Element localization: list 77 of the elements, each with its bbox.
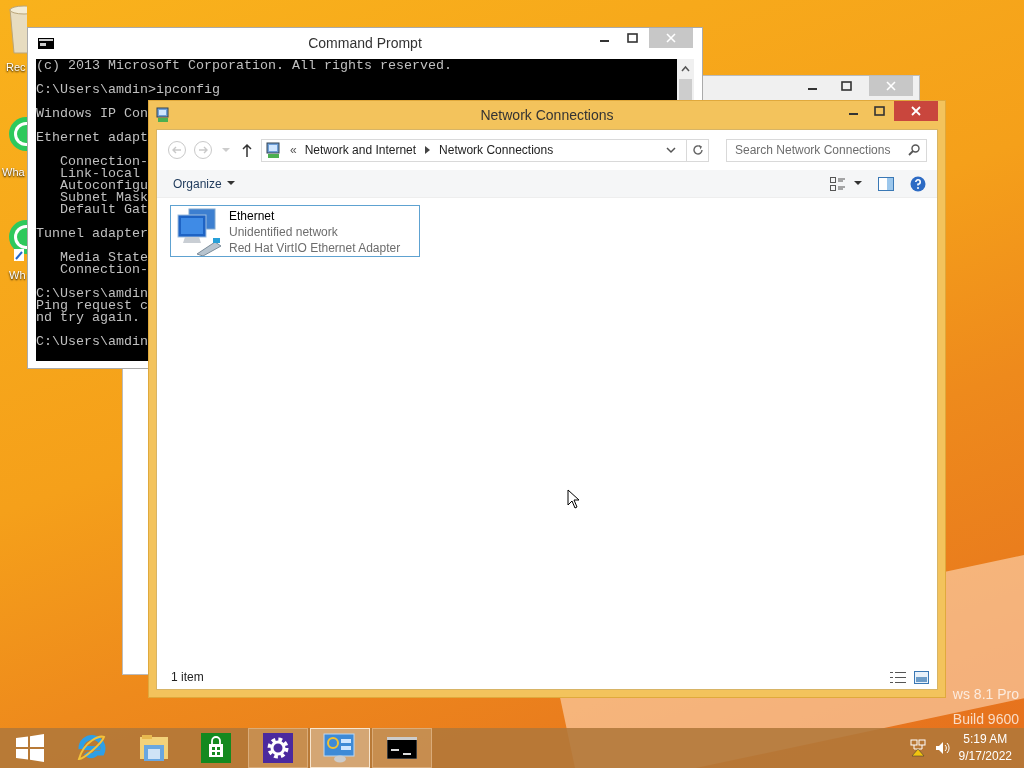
connection-name: Ethernet [229,208,276,224]
connection-tile[interactable]: Ethernet Unidentified network Red Hat VirtIO Ethernet Adapter [170,205,420,257]
volume-icon[interactable] [934,740,951,756]
console-line: Link-local [59,168,140,180]
caret-icon [854,181,862,186]
console-icon [387,737,417,759]
console-line: Autoconfigu [59,180,148,192]
close-icon [886,81,896,91]
shopping-bag-icon [201,733,231,763]
search-box[interactable]: Search Network Connections [726,138,927,162]
overflow-chevron[interactable]: « [290,141,297,159]
network-icon [266,142,282,158]
console-line: C:\Users\amdin>ipconfig [36,84,220,96]
edition-text: ws 8.1 Pro [952,685,1019,704]
folder-icon [138,733,170,763]
preview-pane-icon [878,176,894,191]
mouse-cursor-icon [567,489,580,509]
close-button[interactable] [894,101,938,121]
network-warning-icon[interactable] [908,739,927,757]
minimize-icon [807,88,817,90]
help-icon [910,175,926,192]
connection-status: Unidentified network [229,224,339,240]
back-icon [167,140,187,160]
network-icon [156,107,170,123]
organize-menu[interactable]: Organize [167,172,241,195]
view-icon [830,176,846,191]
maximize-icon [626,33,638,43]
console-line: Ping request c [36,300,148,312]
maximize-icon [873,106,885,116]
maximize-icon [840,81,852,91]
console-icon [38,38,54,49]
console-line: Connection- [59,264,148,276]
clock[interactable]: 5:19 AM 9/17/2022 [950,731,1024,765]
breadcrumb-link[interactable]: Network and Internet [304,141,417,159]
minimize-icon [599,40,609,42]
caret-icon [226,181,235,186]
window-title: Network Connections [479,105,615,125]
console-line: Tunnel adapter [36,228,148,240]
console-line: Ethernet adapt [36,132,148,144]
close-icon [911,106,921,116]
console-line: Media State [59,252,148,264]
scrollbar[interactable] [677,59,694,100]
large-icons-view-icon[interactable] [914,670,929,684]
network-adapter-icon [175,208,223,256]
console-line: C:\Users\amdin [36,336,148,348]
up-icon [242,143,252,157]
refresh-icon[interactable] [691,144,704,156]
console-line: Connection- [59,156,148,168]
minimize-icon [848,113,858,115]
search-icon [908,144,920,156]
forward-icon [193,140,213,160]
breadcrumb-arrow-icon[interactable] [425,146,431,154]
console-line: C:\Users\amdin [36,288,148,300]
settings-button[interactable] [248,728,308,768]
control-panel-icon [323,733,357,763]
breadcrumb-link[interactable]: Network Connections [439,141,554,159]
close-icon [666,33,676,43]
console-line: Subnet Mask [59,192,148,204]
console-button[interactable] [372,728,432,768]
dropdown-icon[interactable] [666,146,676,154]
details-view-icon[interactable] [890,670,906,684]
console-line: Windows IP Con [36,108,148,120]
adapter-name: Red Hat VirtIO Ethernet Adapter [229,240,401,256]
console-line: nd try again. [36,312,140,324]
address-bar[interactable]: « Network and Internet Network Connections [261,138,709,162]
icon-label: Wha [2,165,25,180]
console-line: (c) 2013 Microsoft Corporation. All rights reserved. [36,60,452,72]
status-text: 1 item [171,669,204,686]
console-line: Default Gat [59,204,148,216]
windows-logo-icon [16,734,44,762]
caret-icon [222,147,230,153]
browser-icon [76,733,108,763]
icon-label: Wh [9,268,26,283]
window-title: Command Prompt [307,34,423,53]
edition-text: Build 9600 [952,710,1019,729]
icon-label: Rec [6,60,26,75]
gear-icon [263,733,293,763]
